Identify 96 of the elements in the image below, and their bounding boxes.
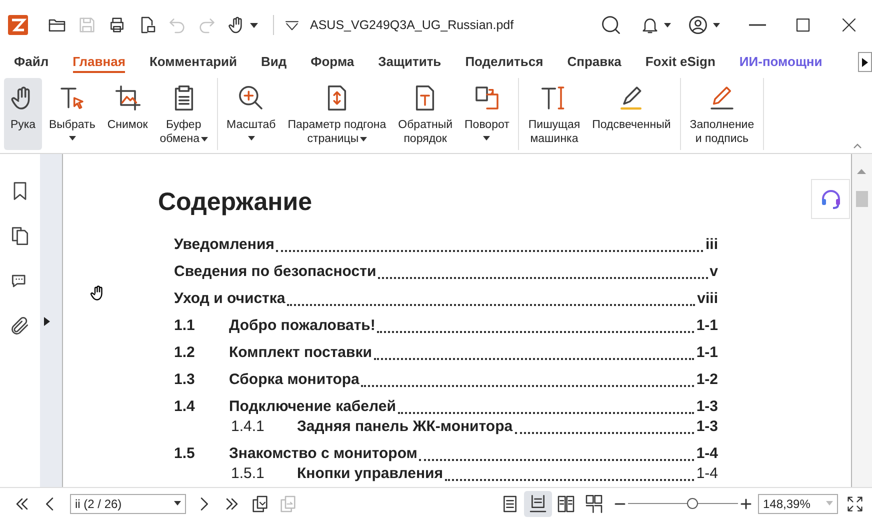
zoom-in-button[interactable]: [740, 498, 752, 510]
toc-entry-title: Уход и очистка: [174, 288, 286, 308]
collapse-icon: [853, 143, 862, 149]
rotate-pages-icon: [472, 84, 501, 112]
app-logo-icon: [8, 15, 28, 35]
page-number: iii: [705, 234, 718, 254]
section-number: 1.5: [174, 444, 196, 464]
toc-entry-title: Сборка монитора: [229, 370, 360, 390]
ribbon-tab[interactable]: Защитить: [378, 53, 442, 73]
caret-icon: [248, 136, 255, 141]
pages-arrow-icon: [250, 494, 270, 514]
toc-entry-title: Задняя панель ЖК-монитора: [297, 416, 513, 436]
paperclip-icon: [9, 315, 31, 337]
toc-entry-title: Уведомления: [174, 234, 274, 254]
page-number: 1-1: [696, 342, 718, 362]
zoom-slider[interactable]: [628, 498, 738, 510]
search-icon: [600, 14, 622, 36]
toc-entry-title: Знакомство с монитором: [229, 444, 418, 464]
page-number: 1-1: [696, 316, 718, 336]
ribbon-tab[interactable]: Файл: [14, 53, 49, 73]
ribbon-tab[interactable]: ИИ-помощни: [739, 53, 822, 73]
ribbon-button[interactable]: Рука: [4, 78, 42, 150]
scrollbar-thumb[interactable]: [856, 191, 868, 207]
section-number: 1.4.1: [231, 416, 266, 436]
maximize-icon: [794, 16, 812, 34]
ribbon-button[interactable]: Поворот: [460, 78, 514, 150]
page-number: 1-2: [696, 370, 718, 390]
two-page-continuous-icon: [584, 494, 604, 514]
ribbon-tab[interactable]: Вид: [261, 53, 287, 73]
page-number: v: [710, 262, 718, 282]
caret-icon: [713, 22, 720, 28]
ribbon-tab[interactable]: Главная: [72, 53, 126, 73]
ribbon-button[interactable]: Заполнение и подпись: [684, 78, 760, 150]
ribbon-tab[interactable]: Комментарий: [149, 53, 237, 73]
section-number: 1.4: [174, 396, 196, 416]
ribbon-button[interactable]: Снимок: [102, 78, 153, 150]
continuous-page-icon: [528, 494, 548, 514]
ribbon-button[interactable]: Выбрать: [44, 78, 100, 150]
toc-entry-title: Подключение кабелей: [229, 396, 396, 416]
slider-thumb[interactable]: [686, 498, 698, 508]
caret-icon: [250, 21, 258, 29]
caret-icon: [483, 136, 490, 141]
ribbon-button[interactable]: Обратный порядок: [393, 78, 458, 150]
plus-icon: [740, 498, 752, 510]
pages-arrow-icon: [278, 494, 298, 514]
document-heading: Содержание: [158, 187, 314, 217]
section-number: 1.3: [174, 370, 196, 390]
section-number: 1.5.1: [231, 464, 266, 484]
toc-entry-title: Сведения по безопасности: [174, 262, 376, 282]
ribbon-button[interactable]: Подсвеченный: [587, 78, 676, 150]
ribbon-button[interactable]: Пишущая машинка: [523, 78, 586, 150]
ribbon-tab[interactable]: Форма: [310, 53, 354, 73]
page-number: 1-3: [696, 396, 718, 416]
image-crop-icon: [114, 84, 142, 112]
window-title: ASUS_VG249Q3A_UG_Russian.pdf: [310, 16, 514, 34]
continuous-page-button[interactable]: [524, 490, 552, 516]
triangle-right-icon: [862, 58, 868, 66]
section-number: 1.2: [174, 342, 196, 362]
caret-icon: [68, 136, 76, 141]
zoom-field[interactable]: 148,39%: [758, 494, 838, 514]
caret-icon: [174, 501, 181, 506]
ai-assistant-button[interactable]: [811, 179, 850, 219]
save-icon: [77, 15, 97, 35]
close-icon: [840, 16, 858, 34]
ribbon-button[interactable]: Масштаб: [222, 78, 281, 150]
zoom-in-icon: [237, 84, 266, 112]
page-number: 1-4: [696, 464, 718, 484]
page-number: viii: [697, 288, 718, 308]
caret-icon: [826, 501, 833, 506]
page-number: 1-3: [696, 416, 718, 436]
caret-icon: [360, 136, 367, 142]
expand-panel-icon[interactable]: [44, 317, 50, 326]
ribbon-tab[interactable]: Справка: [567, 53, 622, 73]
scroll-right-button[interactable]: [858, 52, 872, 72]
two-page-icon: [556, 494, 576, 514]
caret-icon: [200, 136, 208, 142]
toc-entry-title: Комплект поставки: [229, 342, 372, 362]
pages-icon: [9, 225, 31, 247]
ribbon-tab[interactable]: Foxit eSign: [645, 53, 716, 73]
minimize-icon: [748, 24, 766, 26]
ribbon-button[interactable]: Буфер обмена: [154, 78, 213, 150]
toc-entry-title: Добро пожаловать!: [229, 316, 376, 336]
pen-icon: [708, 84, 736, 112]
caret-icon: [664, 22, 671, 28]
ribbon-tab[interactable]: Поделиться: [465, 53, 544, 73]
ribbon-button[interactable]: Параметр подгона страницы: [282, 78, 392, 150]
page-number: 1-4: [696, 444, 718, 464]
fullscreen-icon: [846, 494, 864, 512]
section-number: 1.1: [174, 316, 196, 336]
scroll-up-icon[interactable]: [857, 168, 866, 174]
fullscreen-button[interactable]: [846, 494, 864, 512]
user-icon: [687, 14, 709, 36]
toc-entry-title: Кнопки управления: [297, 464, 443, 484]
paperclip-button[interactable]: [9, 315, 31, 337]
pages-button[interactable]: [9, 225, 31, 247]
page-number-field[interactable]: ii (2 / 26): [70, 494, 186, 514]
